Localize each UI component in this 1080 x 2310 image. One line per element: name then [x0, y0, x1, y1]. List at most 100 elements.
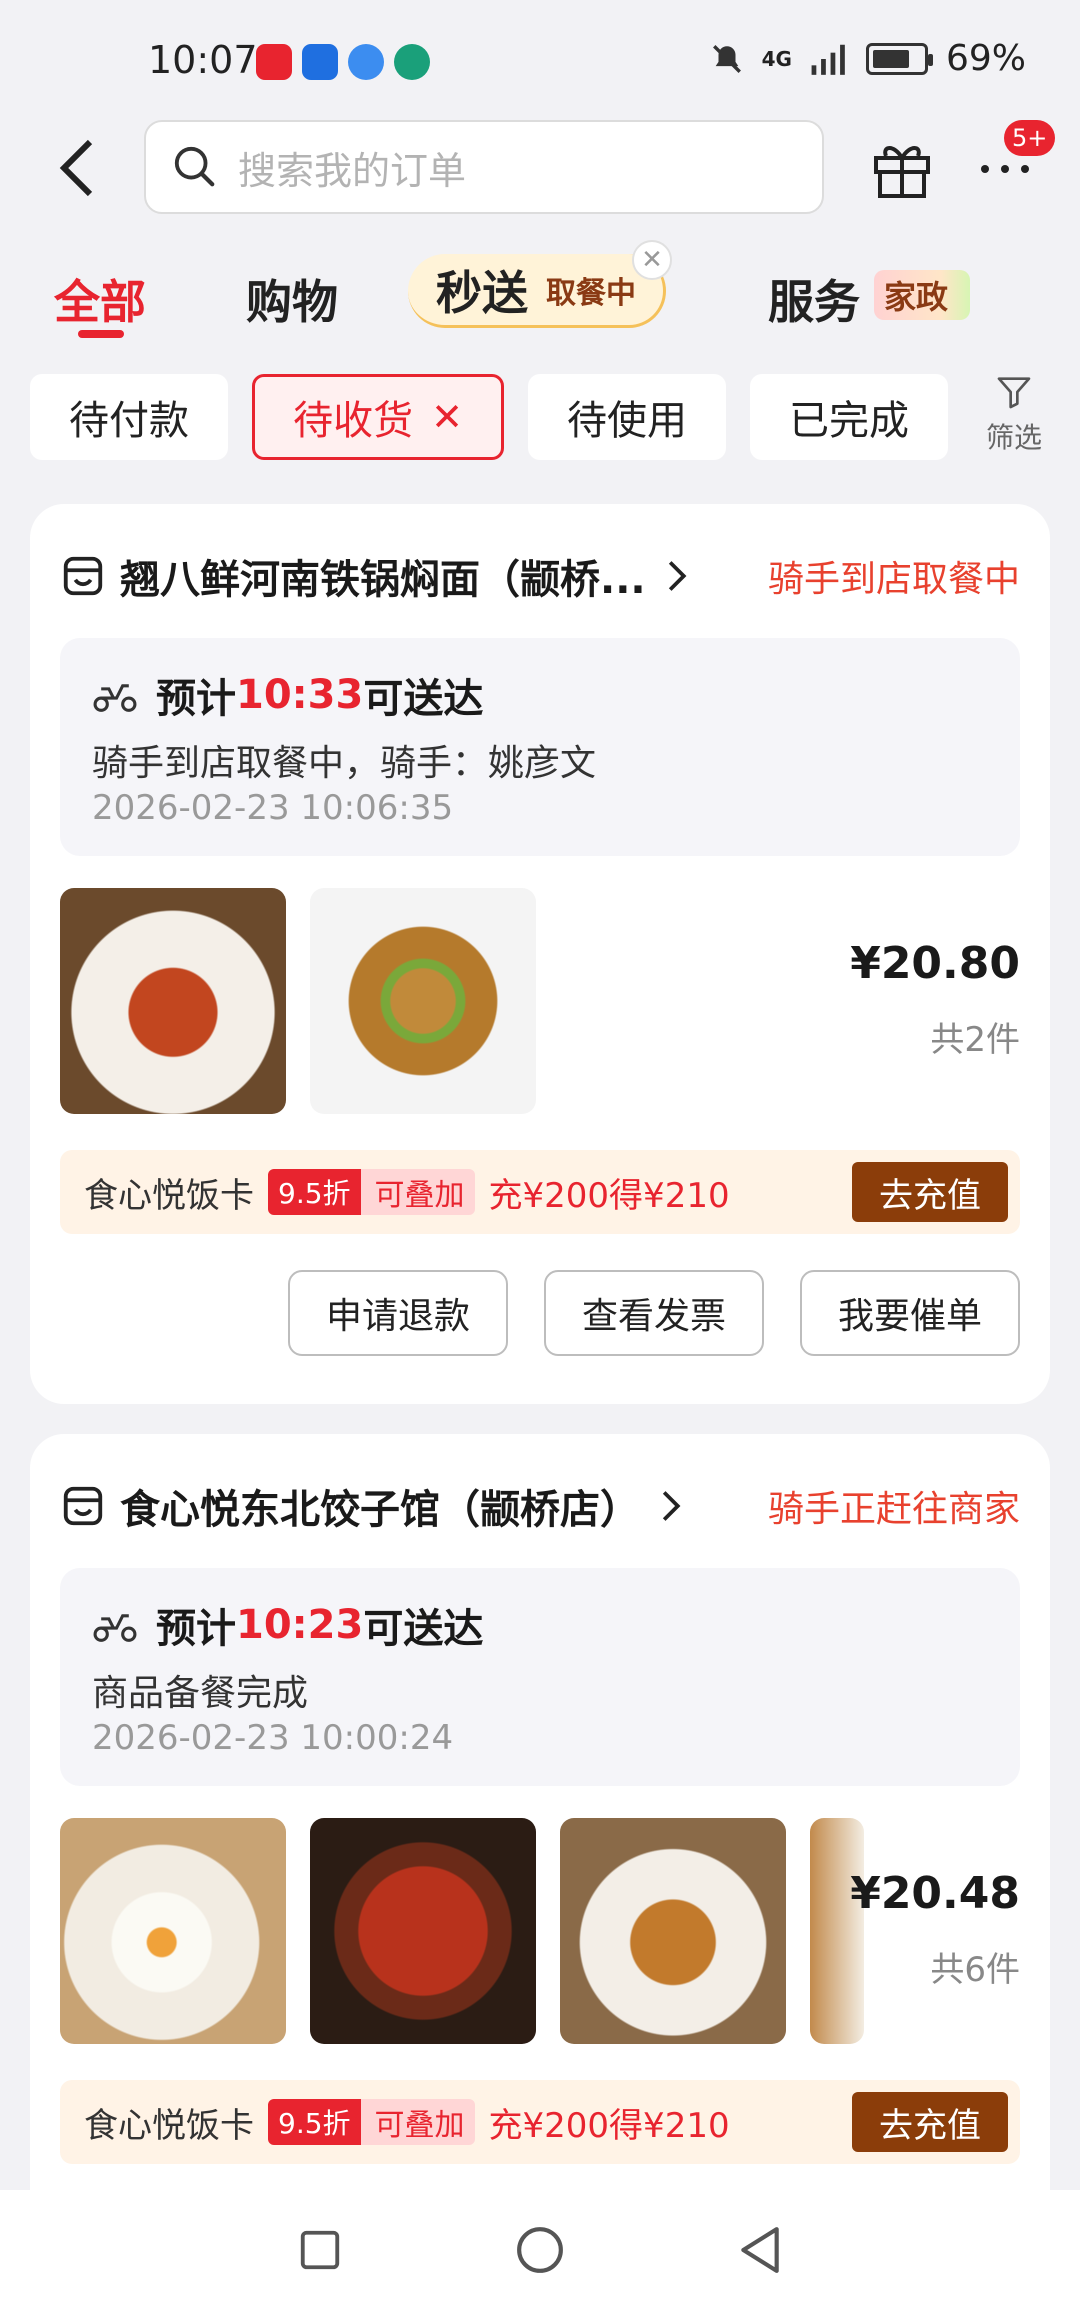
item-thumbnails[interactable] [60, 1818, 864, 2044]
filter-pending-payment[interactable]: 待付款 [30, 374, 228, 460]
close-icon[interactable]: ✕ [632, 240, 672, 280]
recharge-button[interactable]: 去充值 [852, 1162, 1008, 1222]
filter-pending-use[interactable]: 待使用 [528, 374, 726, 460]
promo-offer: 充¥200得¥210 [488, 1175, 730, 1216]
app-icon-blue [302, 44, 338, 80]
promo-name: 食心悦饭卡 [84, 2105, 254, 2146]
chevron-right-icon [668, 561, 687, 591]
item-count: 共2件 [930, 1020, 1020, 1060]
back-arrow-icon [59, 139, 93, 197]
status-app-icons [256, 44, 430, 80]
meal-card-promo[interactable]: 食心悦饭卡 9.5折 可叠加 充¥200得¥210 去充值 [60, 2080, 1020, 2164]
order-card[interactable]: 食心悦东北饺子馆（颛桥店） 骑手正赶往商家 预计 10:23 可送达 商品备餐完… [30, 1434, 1050, 2310]
item-image-braised-chicken-leg[interactable] [60, 888, 286, 1114]
refund-button[interactable]: 申请退款 [288, 1270, 508, 1356]
gift-button[interactable] [872, 136, 932, 200]
gift-icon [874, 146, 930, 198]
home-button[interactable] [510, 2220, 570, 2280]
promo-discount: 9.5折 [268, 2099, 361, 2145]
order-price: ¥20.48 [850, 1868, 1020, 1919]
item-image-salted-egg[interactable] [60, 1818, 286, 2044]
filter-label: 筛选 [985, 421, 1042, 454]
more-dot-icon [981, 165, 989, 173]
status-right: 4G 69% [710, 38, 1026, 79]
item-image-braised-chicken-feet[interactable] [310, 1818, 536, 2044]
promo-offer: 充¥200得¥210 [488, 2105, 730, 2146]
eta-time: 10:23 [236, 1602, 364, 1648]
search-input[interactable]: 搜索我的订单 [144, 120, 824, 214]
tab-all[interactable]: 全部 [54, 266, 146, 332]
urge-order-button[interactable]: 我要催单 [800, 1270, 1020, 1356]
recents-button[interactable] [290, 2220, 350, 2280]
promo-name: 食心悦饭卡 [84, 1175, 254, 1216]
battery-icon [865, 42, 933, 75]
funnel-icon [997, 377, 1031, 409]
delivery-eta-panel[interactable]: 预计 10:33 可送达 骑手到店取餐中，骑手：姚彦文 2026-02-23 1… [60, 638, 1020, 856]
promo-discount-tag: 9.5折 可叠加 [268, 1169, 475, 1215]
item-thumbnails[interactable] [60, 888, 536, 1114]
prep-status-text: 商品备餐完成 [92, 1673, 309, 1714]
search-placeholder: 搜索我的订单 [238, 148, 467, 193]
promo-discount-tag: 9.5折 可叠加 [268, 2099, 475, 2145]
eta-suffix: 可送达 [363, 676, 484, 722]
tab-active-indicator [78, 330, 124, 338]
more-dot-icon [1021, 165, 1029, 173]
tab-service-tag: 家政 [874, 270, 971, 320]
delivery-eta-panel[interactable]: 预计 10:23 可送达 商品备餐完成 2026-02-23 10:00:24 [60, 1568, 1020, 1786]
promo-stackable: 可叠加 [360, 2099, 475, 2145]
status-time: 10:07 [148, 38, 258, 82]
filter-completed[interactable]: 已完成 [750, 374, 948, 460]
shop-row[interactable]: 食心悦东北饺子馆（颛桥店） 骑手正赶往商家 [60, 1474, 1020, 1538]
chip-label: 已完成 [789, 398, 909, 444]
filter-pending-receipt[interactable]: 待收货 ✕ [252, 374, 504, 460]
notification-badge: 5+ [1004, 120, 1056, 156]
search-icon [174, 146, 215, 187]
system-nav-bar [0, 2190, 1080, 2310]
system-back-button[interactable] [730, 2220, 790, 2280]
rider-status-text: 骑手到店取餐中，骑手：姚彦文 [92, 743, 597, 784]
back-button[interactable] [48, 136, 108, 200]
item-image-spicy-chicken-wings[interactable] [560, 1818, 786, 2044]
triangle-back-icon [741, 2227, 779, 2273]
order-timestamp: 2026-02-23 10:06:35 [92, 788, 454, 828]
order-actions: 申请退款 查看发票 我要催单 [288, 1270, 1020, 1356]
item-image-stir-fried-noodles[interactable] [310, 888, 536, 1114]
item-image-partial[interactable] [810, 1818, 864, 2044]
mute-icon [712, 44, 741, 73]
tab-instant-status: 取餐中 [546, 275, 636, 311]
status-bar: 10:07 4G 69% [0, 0, 1080, 120]
filter-button[interactable]: 筛选 [978, 372, 1050, 464]
chip-label: 待使用 [567, 398, 687, 444]
store-icon [63, 556, 103, 596]
item-count: 共6件 [930, 1950, 1020, 1990]
promo-discount: 9.5折 [268, 1169, 361, 1215]
clear-filter-icon[interactable]: ✕ [431, 395, 463, 439]
promo-stackable: 可叠加 [360, 1169, 475, 1215]
tab-instant-delivery[interactable]: 秒送 取餐中 [408, 254, 666, 328]
tab-service[interactable]: 服务 [768, 266, 860, 332]
order-type-tabs: 全部 购物 秒送 取餐中 ✕ 服务 家政 [0, 240, 1080, 348]
order-price: ¥20.80 [850, 938, 1020, 989]
invoice-button[interactable]: 查看发票 [544, 1270, 764, 1356]
meal-card-promo[interactable]: 食心悦饭卡 9.5折 可叠加 充¥200得¥210 去充值 [60, 1150, 1020, 1234]
tab-shopping[interactable]: 购物 [246, 266, 338, 332]
network-label: 4G [761, 46, 792, 71]
app-icon-red [256, 44, 292, 80]
chip-label: 待付款 [69, 398, 189, 444]
scooter-icon [93, 1614, 137, 1642]
shop-row[interactable]: 翘八鲜河南铁锅焖面（颛桥... 骑手到店取餐中 [60, 544, 1020, 608]
shop-name[interactable]: 食心悦东北饺子馆（颛桥店） [120, 1477, 640, 1535]
scooter-icon [93, 684, 137, 712]
eta-line: 预计 10:33 可送达 [92, 666, 483, 724]
battery-level: 69% [945, 38, 1026, 79]
tab-instant-label: 秒送 [436, 265, 528, 320]
more-dot-icon [1001, 165, 1009, 173]
eta-time: 10:33 [236, 672, 364, 718]
eta-line: 预计 10:23 可送达 [92, 1596, 483, 1654]
eta-suffix: 可送达 [363, 1606, 484, 1652]
recharge-button[interactable]: 去充值 [852, 2092, 1008, 2152]
shop-name[interactable]: 翘八鲜河南铁锅焖面（颛桥... [120, 547, 646, 605]
order-status: 骑手到店取餐中 [767, 559, 1020, 600]
order-card[interactable]: 翘八鲜河南铁锅焖面（颛桥... 骑手到店取餐中 预计 10:33 可送达 骑手到… [30, 504, 1050, 1404]
app-icon-lightblue [348, 44, 384, 80]
